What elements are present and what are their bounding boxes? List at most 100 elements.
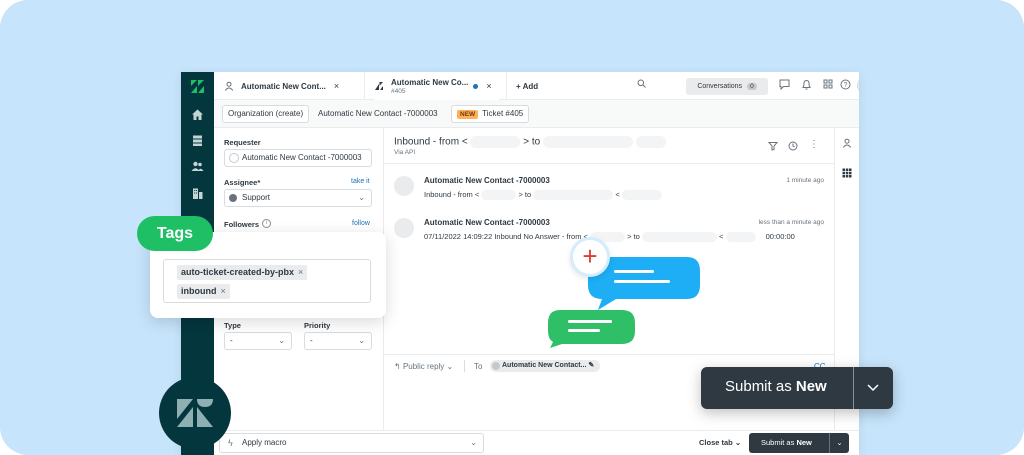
svg-text:?: ?: [843, 82, 847, 89]
apps-grid-icon[interactable]: [821, 79, 835, 93]
breadcrumb: Organization (create) Automatic New Cont…: [214, 100, 859, 128]
status-badge: NEW: [457, 110, 479, 119]
requester-label: Requester: [224, 138, 261, 147]
assignee-value: Support: [242, 193, 271, 202]
chat-bubble-green: [548, 310, 635, 348]
close-icon[interactable]: ×: [221, 286, 226, 296]
close-icon[interactable]: ×: [486, 81, 491, 91]
message-body: 07/11/2022 14:09:22 Inbound No Answer - …: [424, 232, 795, 243]
redacted-number: [542, 136, 633, 148]
redacted-number: [533, 190, 614, 201]
chevron-down-icon[interactable]: ⌄: [829, 433, 849, 453]
close-tab-select[interactable]: Close tab ⌄: [699, 438, 741, 447]
info-icon: i: [262, 219, 271, 228]
redacted-number: [641, 232, 717, 243]
priority-select[interactable]: - ⌄: [304, 332, 372, 350]
type-select[interactable]: - ⌄: [224, 332, 292, 350]
apps-grid-icon[interactable]: [842, 168, 852, 178]
reply-mode-label: Public reply: [402, 362, 445, 371]
to-label: To: [474, 362, 483, 371]
filter-icon[interactable]: [768, 141, 778, 151]
history-icon[interactable]: [788, 141, 798, 151]
conversations-button[interactable]: Conversations 0: [686, 78, 768, 95]
redacted-number: [725, 232, 756, 243]
chat-icon[interactable]: [777, 79, 791, 93]
avatar: [394, 176, 414, 196]
close-icon[interactable]: ×: [298, 267, 303, 277]
breadcrumb-organization[interactable]: Organization (create): [222, 105, 310, 123]
group-icon: [229, 194, 237, 202]
conversations-count: 0: [747, 83, 757, 90]
home-icon[interactable]: [189, 108, 206, 125]
priority-label: Priority: [304, 321, 331, 330]
apply-macro-select[interactable]: ϟ Apply macro ⌄: [219, 433, 484, 453]
user-icon[interactable]: [842, 138, 852, 148]
tab-title: Automatic New Co...: [391, 77, 469, 87]
plus-icon: +: [570, 237, 610, 277]
assignee-label: Assignee*: [224, 178, 261, 187]
submit-as-new-button[interactable]: Submit as New: [701, 367, 893, 409]
tag-chip[interactable]: auto-ticket-created-by-pbx ×: [177, 265, 308, 280]
ticket-subject: Inbound - from < > to: [394, 136, 666, 148]
type-value: -: [230, 336, 233, 345]
tag-chip[interactable]: inbound ×: [177, 284, 230, 299]
close-icon[interactable]: ×: [334, 81, 339, 91]
tag-label: inbound: [181, 286, 217, 296]
help-icon[interactable]: ?: [838, 79, 852, 93]
user-icon: [229, 153, 239, 163]
chevron-down-icon: ⌄: [470, 438, 477, 447]
redacted-number: [635, 136, 666, 148]
body-text: <: [615, 190, 620, 199]
views-icon[interactable]: [189, 134, 206, 151]
message-body: Inbound - from < > to <: [424, 190, 662, 201]
message-item: Automatic New Contact -7000003 1 minute …: [394, 176, 824, 206]
add-tab-button[interactable]: + Add: [516, 72, 538, 100]
breadcrumb-contact[interactable]: Automatic New Contact -7000003: [312, 105, 444, 123]
redacted-number: [621, 190, 662, 201]
profile-avatar[interactable]: [857, 77, 859, 94]
submit-status: New: [795, 378, 827, 395]
submit-big-label: Submit as New: [725, 378, 827, 395]
subject-prefix: Inbound - from <: [394, 136, 468, 148]
macro-label: Apply macro: [242, 438, 287, 447]
requester-field[interactable]: Automatic New Contact -7000003: [224, 149, 372, 167]
type-label: Type: [224, 321, 241, 330]
submit-prefix: Submit as: [761, 438, 795, 447]
notifications-bell-icon[interactable]: [799, 79, 813, 93]
zendesk-logo: [159, 377, 231, 449]
zendesk-logo-icon: [191, 80, 204, 93]
reply-mode-select[interactable]: ↰ Public reply ⌄: [394, 362, 453, 371]
assignee-select[interactable]: Support ⌄: [224, 189, 372, 207]
recipient-chip[interactable]: Automatic New Contact... ✎: [490, 360, 601, 372]
take-it-link[interactable]: take it: [351, 178, 370, 185]
conversations-label: Conversations: [697, 83, 743, 90]
message-item: Automatic New Contact -7000003 less than…: [394, 218, 824, 248]
tab-contact[interactable]: Automatic New Cont... ×: [224, 72, 364, 100]
tab-subtitle: #405: [391, 87, 406, 95]
organizations-icon[interactable]: [189, 187, 206, 204]
chevron-down-icon[interactable]: [867, 384, 879, 392]
submit-status: New: [796, 438, 812, 447]
tab-title: Automatic New Cont...: [241, 81, 326, 91]
message-time: 1 minute ago: [786, 177, 824, 184]
message-time: less than a minute ago: [758, 219, 824, 226]
customers-icon[interactable]: [189, 160, 206, 177]
follow-link[interactable]: follow: [352, 220, 370, 227]
breadcrumb-ticket[interactable]: NEW Ticket #405: [451, 105, 530, 123]
body-text: <: [719, 232, 724, 241]
submit-prefix: Submit as: [725, 378, 792, 395]
unsaved-dot-icon: [473, 83, 479, 89]
body-text: > to: [627, 232, 640, 241]
tag-label: auto-ticket-created-by-pbx: [181, 267, 295, 277]
lightning-icon: ϟ: [228, 438, 233, 448]
submit-button[interactable]: Submit as New ⌄: [749, 433, 849, 453]
tab-ticket[interactable]: Automatic New Co... #405 ×: [374, 72, 499, 100]
subject-to: > to: [523, 136, 541, 148]
more-options-icon[interactable]: ⋮: [809, 139, 819, 150]
tags-input[interactable]: auto-ticket-created-by-pbx × inbound ×: [163, 259, 371, 303]
body-text: > to: [518, 190, 532, 199]
submit-label: Submit as New: [761, 433, 812, 453]
user-icon: [224, 81, 234, 91]
priority-value: -: [310, 336, 313, 345]
search-icon[interactable]: [634, 79, 648, 93]
